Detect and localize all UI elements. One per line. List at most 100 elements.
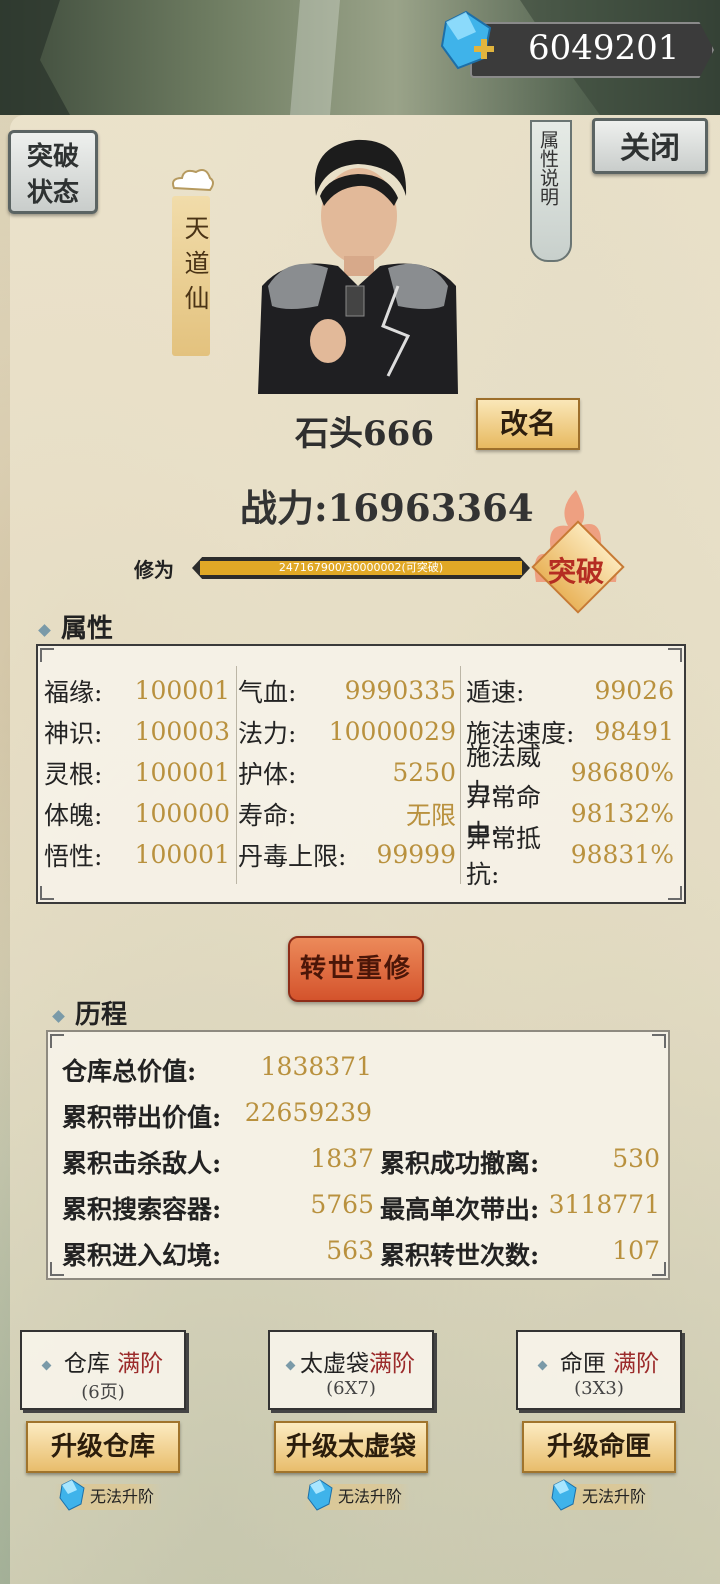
history-row: 累积搜索容器: 5765 [62, 1190, 374, 1226]
diamond-icon [52, 1009, 65, 1023]
upgrade-label: 升级仓库 [50, 1432, 155, 1462]
upgrade-note-box: 无法升阶 [546, 1479, 655, 1511]
attr-key: 护体: [238, 759, 297, 789]
attr-row: 悟性: 100001 [44, 834, 230, 875]
breakthrough-status-button[interactable]: 突破状态 [8, 130, 98, 214]
history-key: 累积进入幻境: [62, 1241, 222, 1270]
history-row: 最高单次带出: 3118771 [380, 1190, 660, 1226]
history-row: 累积进入幻境: 563 [62, 1236, 374, 1272]
attr-row: 遁速: 99026 [466, 670, 674, 711]
storage-size: (6页) [81, 1382, 125, 1403]
attr-key: 法力: [238, 718, 297, 748]
attr-value: 100001 [134, 758, 230, 787]
cultivation-label: 修为 [134, 558, 174, 582]
attr-key: 异常抵抗: [466, 823, 542, 889]
upgrade-note-warehouse: 无法升阶 [54, 1479, 163, 1511]
frame-corner [50, 1034, 64, 1048]
storage-size: (6X7) [326, 1378, 376, 1399]
attr-value: 无限 [405, 800, 456, 830]
frame-corner [668, 886, 682, 900]
history-value: 3118771 [548, 1190, 660, 1219]
history-key: 累积搜索容器: [62, 1195, 222, 1224]
attributes-col-2: 气血: 9990335 法力: 10000029 护体: 5250 寿命: 无限 丹毒上… [238, 670, 456, 875]
breakthrough-status-label: 突破状态 [26, 142, 79, 208]
close-label: 关闭 [620, 131, 680, 166]
attr-value: 98491 [594, 717, 674, 746]
upgrade-label: 升级太虚袋 [285, 1432, 416, 1462]
upgrade-note: 无法升阶 [338, 1487, 403, 1506]
upgrade-note: 无法升阶 [582, 1487, 647, 1506]
history-value: 5765 [310, 1190, 374, 1219]
cloud-icon [172, 169, 214, 192]
upgrade-warehouse-button[interactable]: 升级仓库 [26, 1421, 180, 1473]
attr-row: 丹毒上限: 99999 [238, 834, 456, 875]
history-row: 累积带出价值: 22659239 [62, 1098, 372, 1134]
storage-name: 命匣 [559, 1351, 606, 1377]
column-divider [460, 666, 461, 884]
attr-value: 99999 [376, 840, 456, 869]
attr-row: 寿命: 无限 [238, 793, 456, 834]
attr-value: 10000029 [328, 717, 456, 746]
upgrade-bag-button[interactable]: 升级太虚袋 [274, 1421, 428, 1473]
storage-card-title: 太虚袋满阶 [270, 1344, 432, 1378]
storage-status: 满阶 [369, 1351, 415, 1377]
column-divider [236, 666, 237, 884]
storage-card-title: 仓库 满阶 [22, 1344, 184, 1378]
reincarnate-label: 转世重修 [299, 954, 412, 984]
attributes-table: 福缘: 100001 神识: 100003 灵根: 100001 体魄: 100000 … [36, 644, 686, 904]
diamond-icon [41, 1360, 52, 1370]
character-name: 石头666 [295, 414, 434, 454]
storage-card-box: 命匣 满阶 (3X3) [516, 1330, 682, 1410]
attr-row: 异常抵抗: 98831% [466, 824, 674, 889]
spirit-stone-add-icon[interactable] [436, 10, 496, 72]
history-table: 仓库总价值: 1838371 累积带出价值: 22659239 累积击杀敌人: 1… [46, 1030, 670, 1280]
history-row: 累积成功撤离: 530 [380, 1144, 660, 1180]
history-value: 1837 [310, 1144, 374, 1173]
attr-value: 5250 [392, 758, 456, 787]
storage-size: (3X3) [574, 1378, 624, 1399]
history-value: 107 [612, 1236, 660, 1265]
history-value: 563 [326, 1236, 374, 1265]
attr-key: 福缘: [44, 677, 103, 707]
attr-key: 灵根: [44, 759, 103, 789]
frame-corner [40, 648, 54, 662]
frame-corner [668, 648, 682, 662]
character-portrait [258, 139, 458, 394]
realm-label: 天道仙 [181, 215, 210, 320]
history-value: 530 [612, 1144, 660, 1173]
reincarnate-button[interactable]: 转世重修 [288, 936, 424, 1002]
rename-button[interactable]: 改名 [476, 398, 580, 450]
storage-status: 满阶 [117, 1351, 164, 1377]
rename-label: 改名 [499, 407, 556, 440]
diamond-icon [38, 623, 51, 637]
currency-amount: 6049201 [528, 28, 680, 68]
attr-value: 98680% [570, 758, 674, 787]
history-value: 1838371 [260, 1052, 372, 1081]
close-button[interactable]: 关闭 [592, 118, 708, 174]
frame-corner [40, 886, 54, 900]
history-row: 累积转世次数: 107 [380, 1236, 660, 1272]
attr-value: 99026 [594, 676, 674, 705]
history-key: 累积成功撤离: [380, 1149, 540, 1178]
storage-name: 太虚袋 [300, 1351, 369, 1377]
attr-row: 护体: 5250 [238, 752, 456, 793]
frame-corner [652, 1034, 666, 1048]
attr-value: 100003 [134, 717, 230, 746]
upgrade-box-button[interactable]: 升级命匣 [522, 1421, 676, 1473]
history-row: 仓库总价值: 1838371 [62, 1052, 372, 1088]
attr-value: 100001 [134, 840, 230, 869]
history-row: 累积击杀敌人: 1837 [62, 1144, 374, 1180]
breakthrough-label: 突破 [547, 555, 604, 588]
history-value: 22659239 [244, 1098, 372, 1127]
attr-value: 100000 [134, 799, 230, 828]
upgrade-note: 无法升阶 [90, 1487, 155, 1506]
history-key: 累积转世次数: [380, 1241, 540, 1270]
attr-row: 气血: 9990335 [238, 670, 456, 711]
attribute-help-label: 属性说明 [537, 130, 559, 206]
attr-key: 气血: [238, 677, 297, 707]
attr-value: 9990335 [344, 676, 456, 705]
attr-key: 遁速: [466, 677, 525, 707]
attr-row: 体魄: 100000 [44, 793, 230, 834]
history-key: 仓库总价值: [62, 1057, 197, 1086]
upgrade-label: 升级命匣 [546, 1432, 651, 1462]
